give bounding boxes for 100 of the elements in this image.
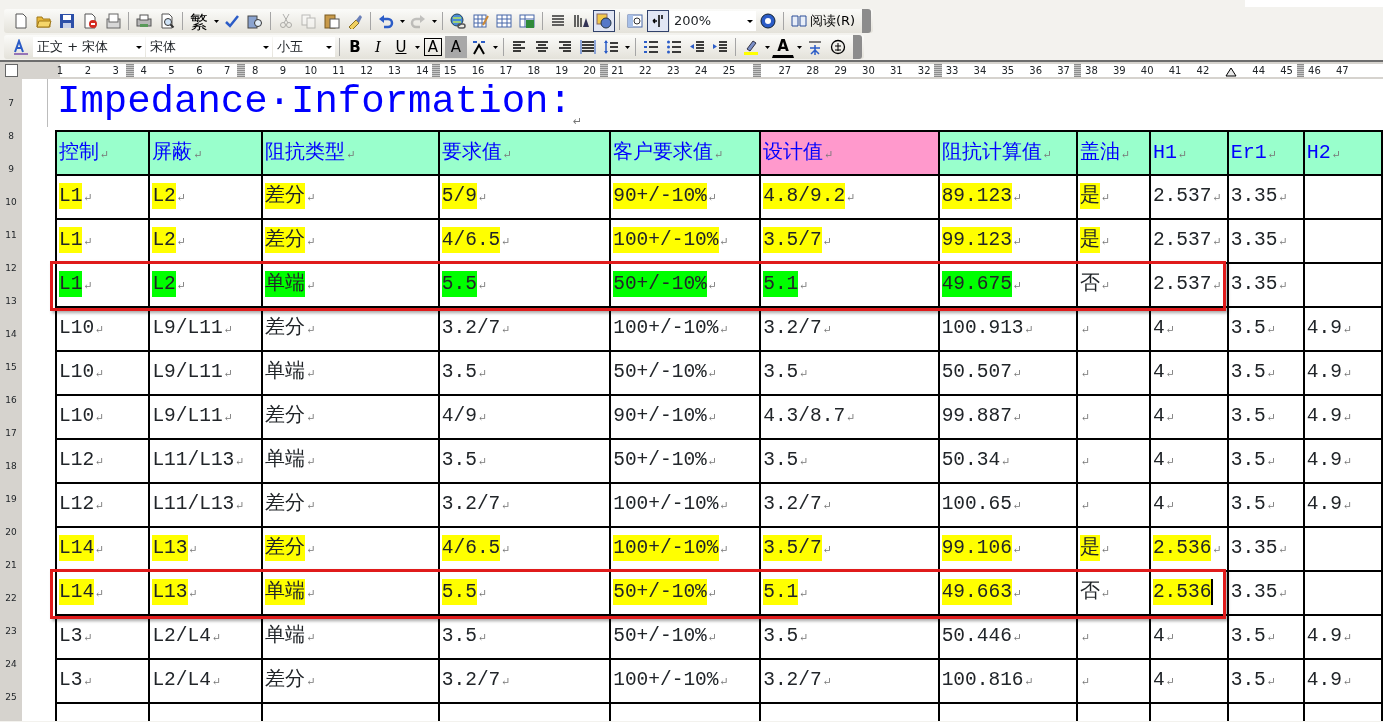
paragraph-mark: ↵ [1331,148,1341,161]
ruler-number: 30 [861,64,876,77]
paragraph-mark: ↵ [1081,412,1091,425]
cell-text: 3.5 [441,624,477,650]
ruler-number: 44 [1251,64,1267,77]
paragraph-mark: ↵ [1165,500,1175,513]
ruler-number: 19 [554,64,570,77]
cell-text: 3.35 [1230,184,1278,210]
cell-text: 50.446 [941,624,1012,650]
paragraph-mark: ↵ [306,368,316,381]
cell-text: 2.536 [1152,579,1212,606]
bold-button[interactable]: B [344,36,366,58]
cell-text: 3.2/7 [441,492,501,518]
cell-text: 2.537 [1152,184,1212,210]
ruler-number: 23 [5,625,17,638]
cell-text: 3.5 [763,448,799,474]
paragraph-mark: ↵ [1024,676,1034,689]
cell-text: 3.5 [441,448,477,474]
paragraph-mark: ↵ [188,544,198,557]
paragraph-mark: ↵ [1212,544,1222,557]
paragraph-mark: ↵ [1266,368,1277,381]
cell-text: 3.5 [1230,624,1266,650]
cell-text: 100+/-10% [613,535,719,562]
ruler-number: 16 [5,394,17,407]
paragraph-mark: ↵ [1266,632,1277,645]
cell-text: 49.675 [941,271,1012,298]
ruler-number: 14 [414,64,430,77]
paragraph-mark: ↵ [719,500,729,513]
cell-text: L14 [59,579,95,606]
ruler-number: 15 [5,361,17,374]
cell-text: L1 [59,271,83,298]
cell-text: 单端 [265,579,306,606]
paragraph-mark: ↵ [824,148,834,161]
ruler-number: 20 [5,526,17,539]
combo-box[interactable]: 正文 + 宋体 [33,37,145,57]
paragraph-mark: ↵ [501,236,511,249]
traditional-chinese-button[interactable]: 繁 [187,10,211,32]
cell-text: L12 [59,448,95,474]
header-text: 客户要求值 [613,140,714,164]
ruler-number: 46 [1307,64,1322,77]
paragraph-mark: ↵ [1165,368,1175,381]
cell-text: L12 [59,492,95,518]
paragraph-mark: ↵ [188,588,198,601]
combo-box[interactable]: 小五 [273,37,335,57]
header-text: 盖油 [1080,140,1121,164]
paragraph-mark: ↵ [1012,368,1023,381]
cell-text: 2.536 [1152,535,1212,562]
paragraph-mark: ↵ [707,412,718,425]
ruler-number: 17 [5,427,17,440]
character-border-button[interactable]: A [422,36,444,58]
cell-text: 100.65 [941,492,1012,518]
paragraph-mark: ↵ [822,500,832,513]
cell-text: 50.507 [941,360,1012,386]
combo-box[interactable]: 宋体 [146,37,272,57]
cell-text: 5.5 [441,579,477,606]
header-text: 屏蔽 [152,140,193,164]
cell-text: 3.2/7 [441,316,501,342]
cell-text: L9/L11 [152,360,223,386]
header-text: H1 [1152,140,1177,164]
cell-text: 4.9 [1306,360,1342,386]
combo-box[interactable]: 200% [670,11,756,31]
cell-text: 99.887 [941,404,1012,430]
cell-text: 否 [1080,580,1101,606]
paragraph-mark: ↵ [477,368,488,381]
header-text: H2 [1306,140,1331,164]
paragraph-mark: ↵ [1278,192,1288,205]
reading-layout-button[interactable]: 阅读(R) [788,10,859,32]
paragraph-mark: ↵ [1012,236,1023,249]
character-shading-button[interactable]: A [445,36,467,58]
paragraph-mark: ↵ [799,280,809,293]
paragraph-mark: ↵ [1101,236,1111,249]
cell-text: 4 [1152,316,1165,342]
cell-text: 2.537 [1152,228,1212,254]
ruler-number: 40 [1139,64,1155,77]
underline-button[interactable]: U [390,36,412,58]
ruler-number: 35 [1000,64,1016,77]
paragraph-mark: ↵ [306,588,316,601]
cell-text: 3.5 [441,360,477,386]
paragraph-mark: ↵ [822,236,832,249]
cell-text: L2 [152,227,176,254]
paragraph-mark: ↵ [799,456,809,469]
paragraph-mark: ↵ [719,324,729,337]
italic-button[interactable]: I [367,36,389,58]
cell-text: L2/L4 [152,668,211,694]
paragraph-mark: ↵ [1081,632,1091,645]
paragraph-mark: ↵ [1012,280,1023,293]
ruler-number: 24 [5,658,17,671]
paragraph-mark: ↵ [477,192,488,205]
cell-text: 差分 [265,316,306,342]
paragraph-mark: ↵ [707,192,718,205]
ruler-number: 25 [5,691,17,704]
ruler-number: 42 [1195,64,1211,77]
paragraph-mark: ↵ [1042,148,1052,161]
paragraph-mark: ↵ [1212,280,1222,293]
cell-text: L14 [59,535,95,562]
paragraph-mark: ↵ [1012,544,1023,557]
paragraph-mark: ↵ [306,280,316,293]
ruler-number: 32 [916,64,932,77]
paragraph-mark: ↵ [176,192,187,205]
paragraph-mark: ↵ [306,632,316,645]
